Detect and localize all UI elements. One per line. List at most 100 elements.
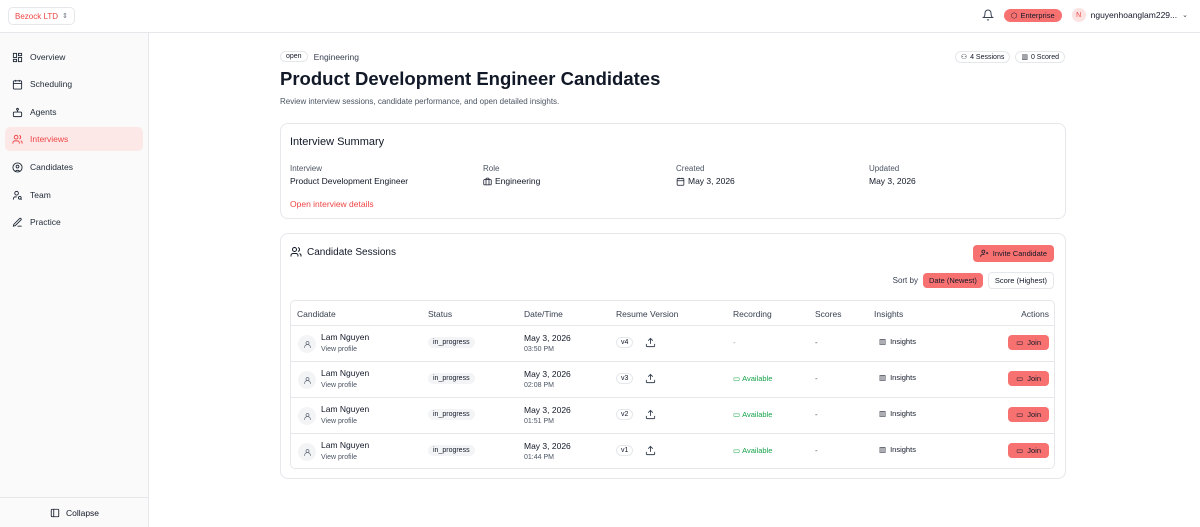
join-button[interactable]: ▭ Join	[1008, 407, 1049, 422]
resume-version-badge: v4	[616, 337, 634, 348]
column-header: Resume Version	[616, 309, 679, 319]
recording-link[interactable]: ▭ Available	[733, 374, 772, 383]
breadcrumb: open Engineering	[280, 51, 359, 62]
video-icon: ▭	[1016, 446, 1024, 455]
bell-icon[interactable]	[981, 9, 994, 21]
pen-icon	[12, 217, 22, 227]
sessions-count: 4 Sessions	[970, 53, 1005, 61]
recording-link[interactable]: ▭ Available	[733, 446, 772, 455]
user-menu[interactable]: N nguyenhoanglam229... ⌄	[1071, 8, 1188, 22]
session-date: May 3, 2026	[524, 405, 571, 415]
score-value: -	[815, 410, 818, 419]
session-time: 01:51 PM	[524, 418, 554, 425]
briefcase-icon	[483, 177, 492, 185]
sidebar-item-label: Team	[30, 190, 51, 200]
recording-status: Available	[742, 374, 773, 383]
sort-date-button[interactable]: Date (Newest)	[922, 273, 983, 288]
session-time: 01:44 PM	[524, 454, 554, 461]
candidate-name: Lam Nguyen	[321, 368, 370, 378]
bar-chart-icon: ▥	[879, 445, 887, 454]
insights-label: Insights	[890, 409, 916, 418]
recording-link[interactable]: ▭ Available	[733, 410, 772, 419]
summary-value: May 3, 2026	[676, 176, 735, 186]
grid-icon	[12, 52, 23, 62]
summary-value: Engineering	[483, 176, 540, 186]
sidebar-item-practice[interactable]: Practice	[5, 210, 143, 234]
video-icon: ▭	[1016, 410, 1024, 419]
session-date: May 3, 2026	[524, 369, 571, 379]
candidate-name: Lam Nguyen	[321, 440, 370, 450]
updated-value: May 3, 2026	[869, 176, 916, 186]
summary-role: Role Engineering	[483, 164, 540, 186]
table-row: Lam Nguyen View profile in_progress May …	[291, 326, 1054, 362]
column-header: Candidate	[297, 309, 336, 319]
sessions-header: Candidate Sessions	[290, 246, 396, 258]
collapse-button[interactable]: Collapse	[0, 497, 149, 527]
insights-button[interactable]: ▥ Insights	[879, 445, 916, 454]
join-button[interactable]: ▭ Join	[1008, 371, 1049, 386]
user-icon	[298, 407, 316, 425]
sidebar-item-scheduling[interactable]: Scheduling	[5, 72, 143, 96]
resume-version-badge: v1	[616, 445, 634, 456]
insights-label: Insights	[890, 373, 916, 382]
recording-status: Available	[742, 446, 773, 455]
shield-icon: ⬡	[1010, 10, 1018, 20]
score-value: -	[815, 374, 818, 383]
user-icon	[298, 335, 316, 353]
join-button[interactable]: ▭ Join	[1008, 335, 1049, 350]
bar-chart-icon: ▥	[879, 373, 887, 382]
upload-icon[interactable]	[645, 337, 656, 348]
chevron-updown-icon: ⇕	[61, 13, 68, 20]
status-badge: in_progress	[428, 337, 475, 348]
score-value: -	[815, 446, 818, 455]
invite-candidate-button[interactable]: Invite Candidate	[972, 245, 1054, 262]
join-label: Join	[1027, 338, 1041, 347]
view-profile-link[interactable]: View profile	[321, 454, 357, 461]
sidebar-item-label: Overview	[30, 52, 66, 62]
view-profile-link[interactable]: View profile	[321, 382, 357, 389]
sort-score-button[interactable]: Score (Highest)	[987, 272, 1054, 289]
sidebar-item-label: Interviews	[30, 134, 69, 144]
session-time: 02:08 PM	[524, 382, 554, 389]
video-icon: ▭	[1016, 338, 1024, 347]
open-interview-details-link[interactable]: Open interview details	[290, 199, 374, 209]
upload-icon[interactable]	[645, 409, 656, 420]
insights-button[interactable]: ▥ Insights	[879, 409, 916, 418]
candidate-sessions-card: Candidate Sessions Invite Candidate Sort…	[280, 233, 1066, 479]
sidebar-item-agents[interactable]: Agents	[5, 100, 143, 124]
users-icon: ⚇	[960, 54, 968, 61]
view-profile-link[interactable]: View profile	[321, 346, 357, 353]
sidebar-item-interviews[interactable]: Interviews	[5, 127, 143, 151]
user-icon	[298, 443, 316, 461]
view-profile-link[interactable]: View profile	[321, 418, 357, 425]
candidate-name: Lam Nguyen	[321, 332, 370, 342]
column-header: Date/Time	[524, 309, 563, 319]
org-selector[interactable]: Bezock LTD ⇕	[8, 7, 75, 25]
status-badge: in_progress	[428, 409, 475, 420]
session-date: May 3, 2026	[524, 333, 571, 343]
insights-button[interactable]: ▥ Insights	[879, 337, 916, 346]
upload-icon[interactable]	[645, 445, 656, 456]
sessions-table: Candidate Status Date/Time Resume Versio…	[290, 300, 1055, 469]
sort-controls: Sort by Date (Newest) Score (Highest)	[893, 272, 1054, 289]
sidebar-item-candidates[interactable]: Candidates	[5, 155, 143, 179]
join-label: Join	[1027, 374, 1041, 383]
plan-label: Enterprise	[1020, 10, 1055, 20]
session-date: May 3, 2026	[524, 441, 571, 451]
summary-created: Created May 3, 2026	[676, 164, 735, 186]
calendar-icon	[12, 79, 23, 90]
video-icon: ▭	[733, 374, 741, 383]
upload-icon[interactable]	[645, 373, 656, 384]
insights-label: Insights	[890, 445, 916, 454]
table-row: Lam Nguyen View profile in_progress May …	[291, 434, 1054, 468]
insights-button[interactable]: ▥ Insights	[879, 373, 916, 382]
sidebar-item-team[interactable]: Team	[5, 183, 143, 207]
avatar: N	[1071, 8, 1086, 22]
summary-label: Updated	[869, 164, 900, 173]
status-badge: in_progress	[428, 445, 475, 456]
role-value: Engineering	[495, 176, 541, 186]
video-icon: ▭	[733, 446, 741, 455]
sidebar-item-overview[interactable]: Overview	[5, 45, 143, 69]
join-button[interactable]: ▭ Join	[1008, 443, 1049, 458]
interview-value: Product Development Engineer	[290, 176, 409, 186]
